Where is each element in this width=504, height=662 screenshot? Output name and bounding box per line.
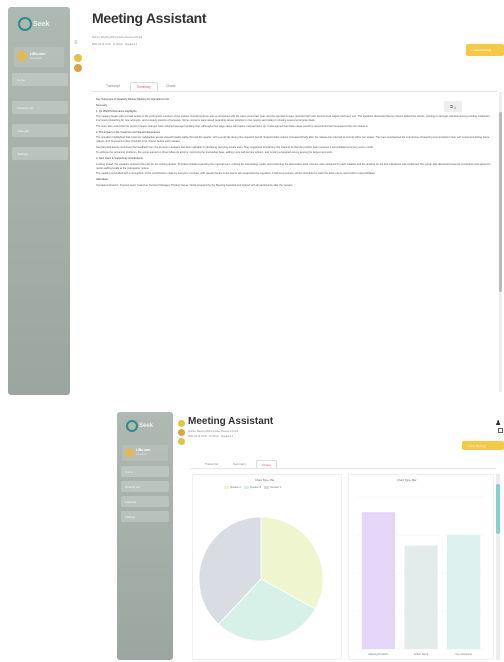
summary-paragraph: The team also noted that the recent proc…	[96, 124, 369, 128]
nav-item-calendar[interactable]: Calendar	[121, 496, 169, 507]
collapse-icon[interactable]: ≡	[74, 40, 80, 46]
user-subtitle: Co-worker	[30, 57, 42, 60]
summary-paragraph: The speakers highlighted that customer s…	[96, 136, 490, 143]
tab-summary[interactable]: Summary	[228, 460, 251, 467]
sidebar: Seek LiBo.user Co-worker Home Meeting Li…	[8, 7, 70, 395]
summary-paragraph: Several participants mentioned that feed…	[96, 145, 374, 149]
summary-paragraph: The meeting concluded with a recognition…	[96, 172, 376, 176]
summary-view-screenshot: Seek LiBo.user Co-worker Home Meeting Li…	[0, 0, 504, 398]
logo-icon	[18, 17, 32, 31]
bar[interactable]	[404, 545, 438, 649]
scrollbar-thumb[interactable]	[499, 112, 502, 292]
user-card[interactable]: LiBo.user Co-worker	[122, 445, 168, 461]
summary-heading: 1. Q1 2024 Performance Highlights	[96, 109, 137, 113]
pie-chart-panel: Chart Type: Pie Speaker A Speaker B Speake…	[192, 474, 342, 660]
summary-heading: Key Outcomes of Quarterly Review Meeting…	[96, 98, 169, 101]
summary-paragraph: Operations Director, Finance Lead, Custo…	[96, 183, 294, 187]
bar-chart-panel: Chart Type: Bar Meeting Duration Action I…	[348, 474, 494, 660]
logo-text: Seek	[33, 21, 50, 28]
meeting-source: Source: Meeting-2024-Quarter-Review-V3.m…	[92, 36, 143, 39]
scrollbar[interactable]	[496, 474, 500, 660]
avatar	[125, 448, 134, 457]
summary-heading: Attendees:	[96, 178, 109, 182]
sidebar: Seek LiBo.user Co-worker Home Meeting Li…	[117, 412, 173, 660]
app-logo: Seek	[126, 419, 160, 439]
tab-charts[interactable]: Charts	[160, 82, 181, 90]
x-tick-label: Action Items	[414, 652, 429, 656]
x-tick-label: Meeting Duration	[368, 652, 388, 656]
charts-view-screenshot: Seek LiBo.user Co-worker Home Meeting Li…	[112, 408, 504, 662]
summary-document: Key Outcomes of Quarterly Review Meeting…	[96, 98, 496, 394]
tab-transcript[interactable]: Transcript	[200, 460, 223, 467]
summary-heading: 2. The impact on the Customer and Suppor…	[96, 130, 161, 134]
logo-icon	[126, 420, 138, 432]
chart-type-select[interactable]: Pie	[270, 478, 274, 482]
status-dot-icon[interactable]	[178, 438, 185, 445]
chart-type-caption: Chart Type:	[397, 478, 412, 482]
summary-paragraph: Looking ahead, the speakers reviewed the…	[96, 163, 491, 170]
summary-paragraph: To address the remaining problems, the g…	[96, 151, 333, 155]
user-subtitle: Co-worker	[136, 453, 148, 456]
meeting-source: Source: Meeting-2024-Quarter-Review-V3.m…	[188, 430, 239, 433]
bar-chart: Meeting Duration Action Items Key Decision…	[357, 496, 485, 656]
user-card[interactable]: LiBo.user Co-worker	[14, 47, 64, 67]
status-dot-icon[interactable]	[178, 429, 185, 436]
chart-type-label: Chart Type: Pie	[255, 478, 274, 482]
meeting-info: 2024-03-12 10:00 · 1h 06min · Speakers 4	[188, 435, 234, 438]
nav-item-meeting-list[interactable]: Meeting List	[12, 101, 68, 114]
avatar	[17, 51, 27, 61]
nav-item-settings[interactable]: Settings	[121, 511, 169, 522]
page-title: Meeting Assistant	[92, 10, 207, 26]
logo-text: Seek	[139, 423, 154, 429]
tab-charts[interactable]: Charts	[256, 460, 277, 468]
new-meeting-button[interactable]: + New Meeting	[462, 441, 504, 450]
scrollbar-thumb[interactable]	[496, 484, 500, 534]
tab-transcript[interactable]: Transcript	[100, 82, 126, 90]
app-logo: Seek	[18, 15, 54, 39]
user-icon[interactable]: ♟	[495, 419, 501, 427]
divider	[92, 91, 497, 92]
chart-type-label: Chart Type: Bar	[397, 478, 417, 482]
nav-item-calendar[interactable]: Calendar	[12, 124, 68, 137]
user-name: LiBo.user	[136, 448, 151, 452]
status-dot-icon[interactable]	[74, 64, 82, 72]
new-meeting-button[interactable]: + New Meeting	[466, 44, 504, 56]
expand-icon[interactable]	[498, 428, 503, 433]
status-dot-icon[interactable]	[74, 54, 82, 62]
pie-chart	[198, 516, 324, 642]
divider	[190, 468, 496, 469]
summary-heading: Summary:	[96, 103, 108, 107]
status-dot-icon[interactable]	[178, 420, 185, 427]
nav-item-home[interactable]: Home	[121, 466, 169, 477]
page-title: Meeting Assistant	[188, 416, 274, 427]
user-name: LiBo.user	[30, 52, 46, 56]
nav-item-settings[interactable]: Settings	[12, 147, 68, 160]
scrollbar[interactable]	[499, 92, 502, 392]
chart-type-caption: Chart Type:	[255, 478, 270, 482]
bar[interactable]	[361, 512, 395, 649]
meeting-info: 2024-03-12 10:00 · 1h 06min · Speakers 4	[92, 43, 138, 46]
summary-paragraph: The meeting began with a broad review of…	[96, 115, 491, 122]
bar[interactable]	[447, 535, 481, 649]
chart-type-select[interactable]: Bar	[412, 478, 416, 482]
x-tick-label: Key Decisions	[455, 652, 472, 656]
tab-summary[interactable]: Summary	[130, 82, 158, 91]
summary-heading: 3. Next steps & Supporting Contributions	[96, 157, 143, 161]
nav-item-meeting-list[interactable]: Meeting List	[121, 481, 169, 492]
nav-item-home[interactable]: Home	[12, 73, 68, 86]
